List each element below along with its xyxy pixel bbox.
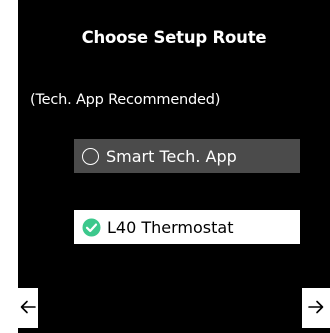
page-title: Choose Setup Route [81,28,267,47]
setup-route-screen: Choose Setup Route (Tech. App Recommende… [18,0,330,333]
arrow-left-icon [20,299,36,318]
recommendation-note: (Tech. App Recommended) [30,92,221,108]
next-button[interactable] [302,288,330,328]
option-l40-thermostat[interactable]: L40 Thermostat [74,210,300,244]
option-label: L40 Thermostat [107,217,234,237]
radio-unselected-icon [82,147,99,165]
back-button[interactable] [18,288,38,328]
option-smart-tech-app[interactable]: Smart Tech. App [74,139,300,173]
arrow-right-icon [308,299,324,318]
option-label: Smart Tech. App [106,146,237,166]
check-circle-icon [82,218,101,237]
